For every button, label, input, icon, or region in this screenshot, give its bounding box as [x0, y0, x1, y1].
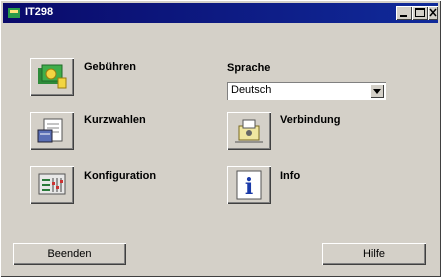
connection-icon [235, 119, 263, 143]
svg-text:i: i [245, 174, 253, 200]
chevron-down-icon[interactable] [370, 84, 384, 98]
config-icon [38, 173, 66, 195]
konfiguration-button[interactable] [30, 166, 74, 204]
sprache-value: Deutsch [231, 84, 272, 96]
gebuehren-label: Gebühren [84, 61, 136, 73]
kurzwahlen-label: Kurzwahlen [84, 114, 146, 126]
hilfe-button[interactable]: Hilfe [322, 243, 426, 265]
window-title: IT298 [25, 6, 54, 18]
title-bar[interactable]: IT298 [3, 3, 438, 23]
konfiguration-label: Konfiguration [84, 170, 157, 182]
kurzwahlen-button[interactable] [30, 112, 74, 150]
verbindung-button[interactable] [227, 112, 271, 150]
app-icon [7, 6, 21, 20]
phonebook-icon [37, 118, 63, 143]
close-icon[interactable] [428, 6, 438, 20]
gebuehren-button[interactable] [30, 58, 74, 96]
minimize-icon[interactable] [396, 6, 412, 20]
verbindung-label: Verbindung [280, 114, 341, 126]
beenden-button[interactable]: Beenden [13, 243, 126, 265]
coins-icon [38, 64, 67, 89]
info-icon: i [236, 170, 262, 200]
sprache-select[interactable]: Deutsch [227, 82, 386, 100]
maximize-icon[interactable] [412, 6, 428, 20]
info-label: Info [280, 170, 301, 182]
app-window: IT298 Gebühren Kurzwahlen Konfiguration … [0, 0, 441, 277]
sprache-label: Sprache [227, 62, 271, 74]
info-button[interactable]: i [227, 166, 271, 204]
